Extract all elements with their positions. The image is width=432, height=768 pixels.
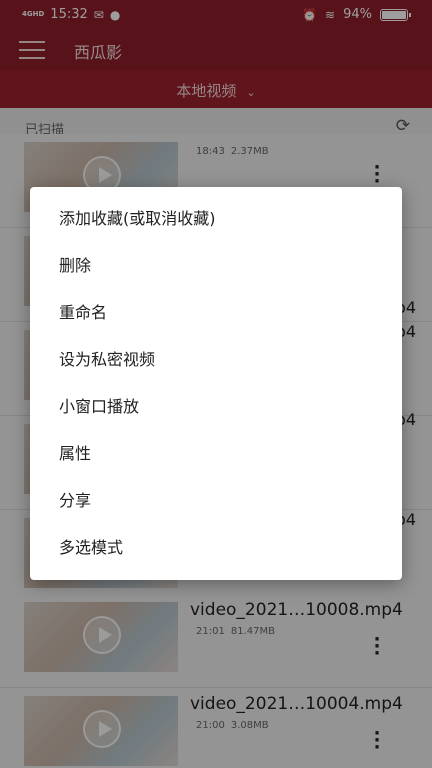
context-menu-dialog: 添加收藏(或取消收藏) 删除 重命名 设为私密视频 小窗口播放 属性 分享 多选… (30, 187, 402, 580)
menu-item-delete[interactable]: 删除 (30, 242, 402, 289)
menu-item-set-private[interactable]: 设为私密视频 (30, 336, 402, 383)
menu-item-small-window[interactable]: 小窗口播放 (30, 383, 402, 430)
menu-item-properties[interactable]: 属性 (30, 430, 402, 477)
menu-item-rename[interactable]: 重命名 (30, 289, 402, 336)
menu-item-share[interactable]: 分享 (30, 477, 402, 524)
menu-item-multi-select[interactable]: 多选模式 (30, 524, 402, 571)
menu-item-favorite[interactable]: 添加收藏(或取消收藏) (30, 195, 402, 242)
